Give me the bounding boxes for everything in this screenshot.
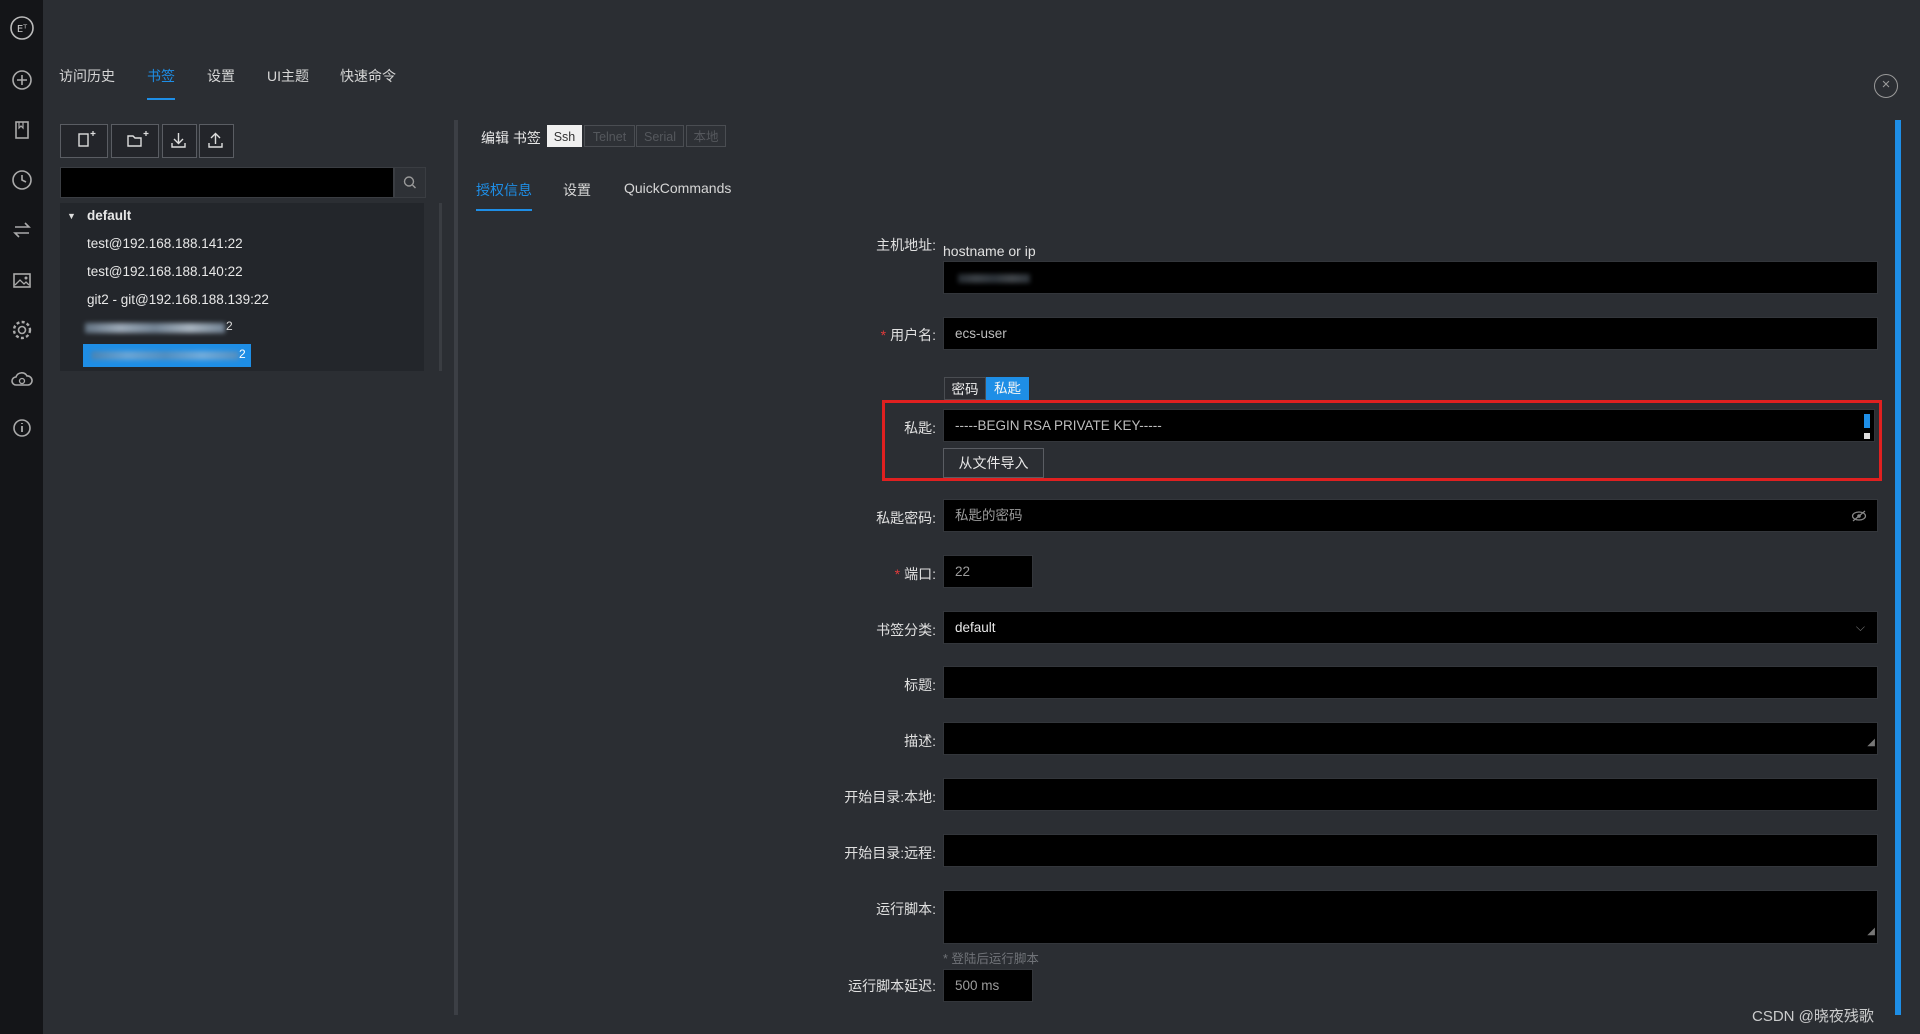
host-hint: hostname or ip	[943, 243, 1036, 259]
category-select[interactable]: default ⌵	[943, 611, 1878, 644]
type-tab-local[interactable]: 本地	[686, 125, 726, 147]
export-icon	[208, 132, 223, 148]
remote-dir-field[interactable]	[943, 834, 1878, 867]
editor-title: 编辑 书签	[481, 130, 541, 146]
port-label: * 端口:	[894, 566, 936, 582]
tree-item-suffix: 2	[226, 319, 233, 333]
host-field[interactable]	[943, 261, 1878, 294]
description-label: 描述:	[904, 733, 936, 749]
watermark: CSDN @晓夜残歌	[1752, 1008, 1874, 1025]
bookmark-icon[interactable]	[8, 116, 36, 144]
resize-handle-icon[interactable]: ◢	[1867, 916, 1875, 947]
script-field[interactable]: ◢	[943, 890, 1878, 944]
passphrase-placeholder: 私匙的密码	[955, 508, 1023, 523]
tab-ui-theme[interactable]: UI主题	[267, 66, 309, 86]
import-button[interactable]	[162, 124, 197, 158]
passphrase-label: 私匙密码:	[876, 510, 936, 526]
subtab-quickcommands[interactable]: QuickCommands	[624, 180, 731, 196]
username-field[interactable]: ecs-user	[943, 317, 1878, 350]
host-label: 主机地址:	[876, 237, 936, 253]
search-button[interactable]	[394, 167, 426, 198]
title-label: 标题:	[904, 677, 936, 693]
add-icon[interactable]	[8, 66, 36, 94]
tree-item-selected[interactable]: 2	[83, 344, 251, 367]
category-label: 书签分类:	[876, 622, 936, 638]
export-button[interactable]	[199, 124, 234, 158]
username-label-text: 用户名:	[890, 327, 936, 343]
tree-item-suffix: 2	[239, 347, 246, 361]
local-dir-field[interactable]	[943, 778, 1878, 811]
info-icon[interactable]	[8, 414, 36, 442]
textarea-scroll-thumb[interactable]	[1864, 414, 1870, 428]
eye-off-icon[interactable]	[1851, 509, 1867, 523]
transfer-icon[interactable]	[8, 216, 36, 244]
active-subtab-indicator	[476, 209, 532, 211]
type-tab-ssh[interactable]: Ssh	[547, 125, 582, 147]
tree-scrollbar[interactable]	[439, 203, 442, 371]
caret-down-icon[interactable]: ▼	[67, 211, 76, 221]
tree-group-default[interactable]: default	[87, 208, 131, 223]
script-delay-field[interactable]: 500 ms	[943, 969, 1033, 1002]
active-tab-indicator	[147, 98, 175, 100]
cloud-sync-icon[interactable]	[8, 366, 36, 394]
subtab-settings[interactable]: 设置	[563, 180, 591, 200]
script-label: 运行脚本:	[876, 901, 936, 917]
import-icon	[171, 133, 186, 148]
search-icon	[403, 176, 416, 189]
auth-tab-password[interactable]: 密码	[944, 377, 986, 400]
port-field[interactable]: 22	[943, 555, 1033, 588]
new-bookmark-icon	[78, 131, 96, 147]
import-from-file-button[interactable]: 从文件导入	[943, 448, 1044, 478]
close-icon[interactable]: ×	[1874, 74, 1898, 98]
app-logo-icon[interactable]: Eᵀ	[8, 14, 36, 42]
auth-tab-private-key[interactable]: 私匙	[986, 377, 1029, 400]
title-field[interactable]	[943, 666, 1878, 699]
type-tab-serial[interactable]: Serial	[636, 125, 684, 147]
tree-item[interactable]: test@192.168.188.140:22	[87, 264, 243, 279]
search-input[interactable]	[60, 167, 394, 198]
settings-icon[interactable]	[8, 316, 36, 344]
image-icon[interactable]	[8, 266, 36, 294]
tab-settings[interactable]: 设置	[207, 66, 235, 86]
panel-divider[interactable]	[454, 120, 458, 1015]
private-key-text: -----BEGIN RSA PRIVATE KEY-----	[955, 418, 1162, 433]
textarea-resize-handle[interactable]	[1864, 433, 1870, 439]
svg-text:Eᵀ: Eᵀ	[17, 24, 27, 35]
private-key-textarea[interactable]: -----BEGIN RSA PRIVATE KEY-----	[943, 409, 1875, 442]
main-scrollbar[interactable]	[1895, 120, 1901, 1015]
history-icon[interactable]	[8, 166, 36, 194]
tab-history[interactable]: 访问历史	[59, 66, 115, 86]
tree-item[interactable]: git2 - git@192.168.188.139:22	[87, 292, 269, 307]
tab-quick-commands[interactable]: 快速命令	[340, 66, 396, 86]
new-folder-icon	[127, 131, 149, 147]
passphrase-field[interactable]: 私匙的密码	[943, 499, 1878, 532]
username-label: * 用户名:	[880, 327, 936, 343]
resize-handle-icon[interactable]: ◢	[1867, 727, 1875, 758]
new-folder-button[interactable]	[111, 124, 159, 158]
new-bookmark-button[interactable]	[60, 124, 108, 158]
private-key-label: 私匙:	[904, 420, 936, 436]
type-tab-telnet[interactable]: Telnet	[584, 125, 635, 147]
tree-item[interactable]: test@192.168.188.141:22	[87, 236, 243, 251]
remote-dir-label: 开始目录:远程:	[844, 845, 936, 861]
icon-rail: Eᵀ	[0, 0, 43, 1034]
description-field[interactable]: ◢	[943, 722, 1878, 755]
script-hint: * 登陆后运行脚本	[943, 952, 1039, 966]
tree-item-redacted[interactable]: 2	[85, 318, 233, 338]
script-delay-label: 运行脚本延迟:	[848, 978, 936, 994]
tab-bookmarks[interactable]: 书签	[147, 66, 175, 86]
subtab-auth[interactable]: 授权信息	[476, 180, 532, 200]
category-value: default	[955, 620, 996, 635]
local-dir-label: 开始目录:本地:	[844, 789, 936, 805]
chevron-down-icon: ⌵	[1855, 620, 1865, 634]
port-label-text: 端口:	[904, 566, 936, 582]
